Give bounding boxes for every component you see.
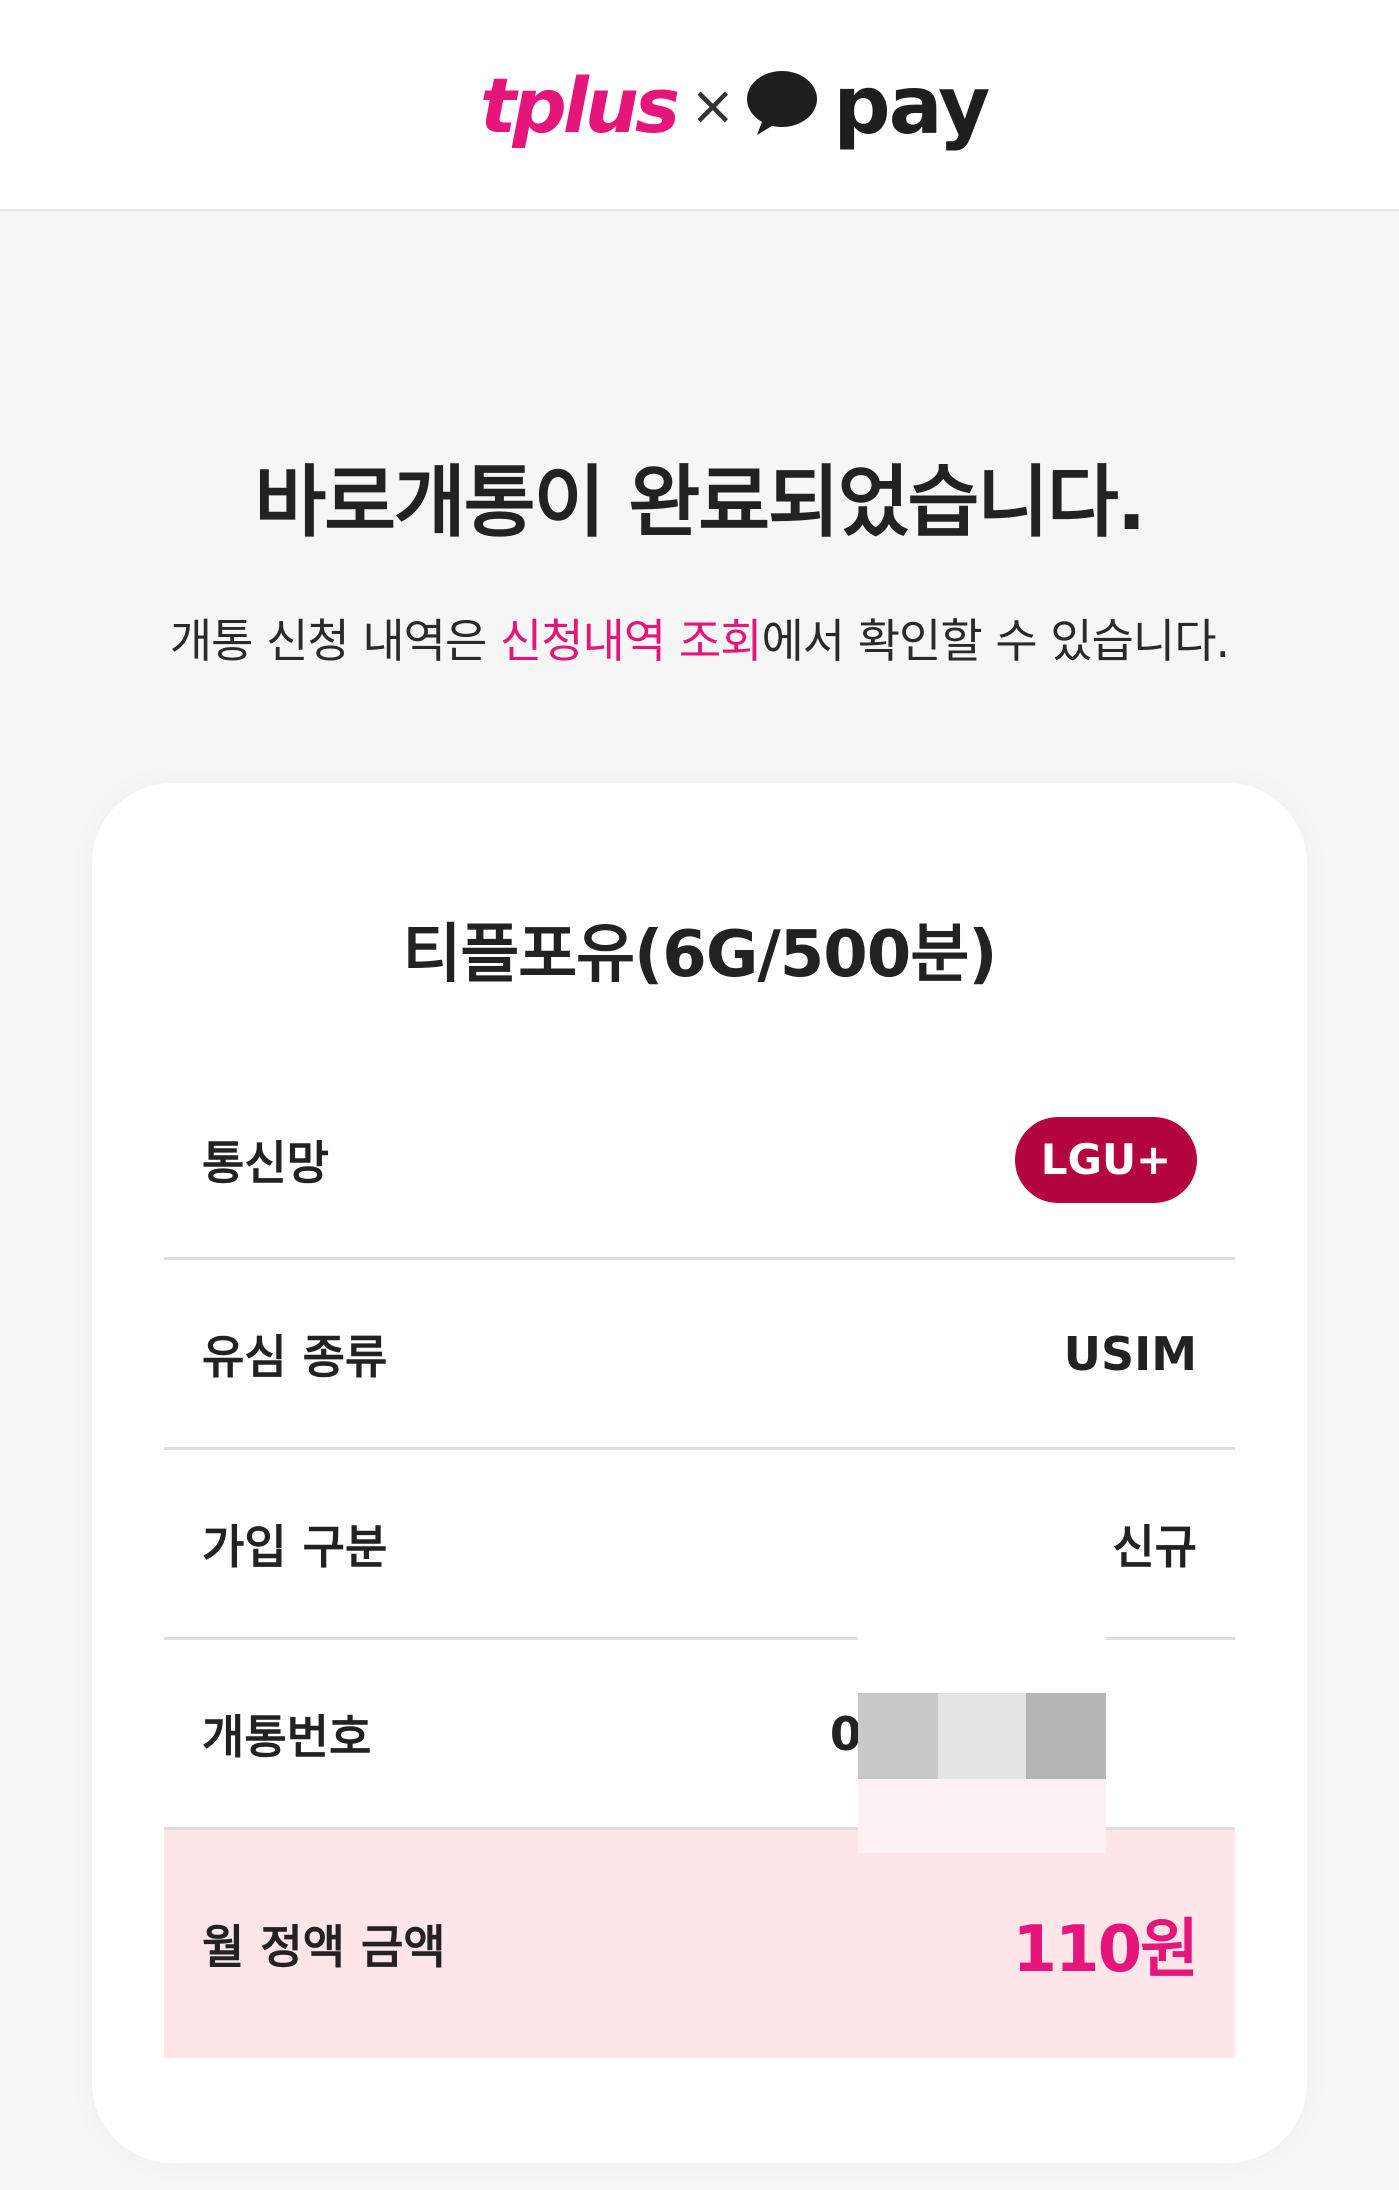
pay-logo: pay bbox=[833, 58, 990, 152]
completion-title: 바로개통이 완료되었습니다. bbox=[254, 458, 1147, 548]
join-type-value: 신규 bbox=[1112, 1519, 1197, 1574]
row-monthly-fee: 월 정액 금액 110원 bbox=[164, 1830, 1235, 2058]
plan-summary-card: 티플포유(6G/500분) 통신망 LGU+ 유심 종류 USIM 가입 구분 … bbox=[92, 783, 1307, 2163]
monthly-fee-label: 월 정액 금액 bbox=[202, 1920, 446, 1974]
sim-type-label: 유심 종류 bbox=[202, 1329, 388, 1384]
tplus-kakaopay-logo: tplus × pay bbox=[480, 55, 990, 155]
network-label: 통신망 bbox=[202, 1136, 329, 1190]
phone-number-label: 개통번호 bbox=[202, 1709, 372, 1764]
application-history-link[interactable]: 신청내역 조회 bbox=[500, 614, 763, 668]
plan-detail-list: 통신망 LGU+ 유심 종류 USIM 가입 구분 신규 개통번호 010- 월… bbox=[164, 1063, 1235, 2058]
row-sim-type: 유심 종류 USIM bbox=[164, 1260, 1235, 1450]
monthly-fee-value: 110원 bbox=[1012, 1913, 1199, 1987]
network-badge: LGU+ bbox=[1015, 1117, 1197, 1203]
logo-separator: × bbox=[690, 73, 736, 137]
subtitle-text-after: 에서 확인할 수 있습니다. bbox=[761, 614, 1230, 668]
app-header: tplus × pay bbox=[0, 0, 1399, 211]
sim-type-value: USIM bbox=[1063, 1326, 1197, 1381]
completion-subtitle: 개통 신청 내역은 신청내역 조회에서 확인할 수 있습니다. bbox=[0, 605, 1399, 671]
phone-number-redaction bbox=[858, 1605, 1106, 1853]
plan-name: 티플포유(6G/500분) bbox=[402, 918, 998, 992]
speech-bubble-icon bbox=[745, 69, 819, 141]
subtitle-text-before: 개통 신청 내역은 bbox=[169, 614, 500, 668]
join-type-label: 가입 구분 bbox=[202, 1519, 388, 1574]
row-network: 통신망 LGU+ bbox=[164, 1063, 1235, 1260]
tplus-logo: tplus bbox=[480, 60, 680, 150]
